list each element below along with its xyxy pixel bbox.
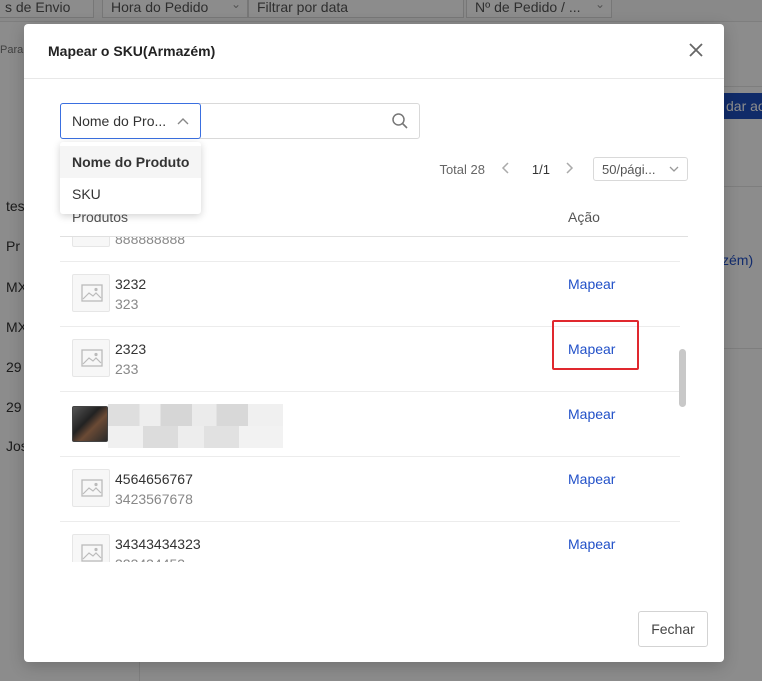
pagination: Total 28 1/1 50/pági... xyxy=(388,157,688,181)
map-button[interactable]: Mapear xyxy=(568,536,615,552)
image-placeholder-icon xyxy=(72,274,110,312)
map-button[interactable]: Mapear xyxy=(568,471,615,487)
search-field-select[interactable]: Nome do Pro... xyxy=(60,103,201,139)
product-photo xyxy=(72,406,108,442)
table-row: Mapear xyxy=(60,392,680,457)
dropdown-option-sku[interactable]: SKU xyxy=(60,178,201,210)
chevron-right-icon[interactable] xyxy=(562,160,576,176)
pagination-total: Total 28 xyxy=(439,162,485,177)
product-name: 4564656767 xyxy=(115,471,193,487)
product-table-body[interactable]: 888888888 3232 323 Mapear 2323 233 Mapea… xyxy=(60,237,680,562)
table-row: 4564656767 3423567678 Mapear xyxy=(60,457,680,522)
table-row: 3232 323 Mapear xyxy=(60,262,680,327)
image-placeholder-icon xyxy=(72,237,110,247)
table-row: 2323 233 Mapear xyxy=(60,327,680,392)
dialog-title: Mapear o SKU(Armazém) xyxy=(48,43,216,59)
chevron-up-icon xyxy=(177,118,189,125)
page-size-value: 50/pági... xyxy=(602,162,656,177)
pagination-page: 1/1 xyxy=(531,162,550,177)
search-field-dropdown: Nome do Produto SKU xyxy=(60,142,201,214)
image-placeholder-icon xyxy=(72,534,110,562)
chevron-left-icon[interactable] xyxy=(499,160,513,176)
search-field-select-value: Nome do Pro... xyxy=(72,113,167,129)
product-sku: 888888888 xyxy=(115,237,186,247)
search-icon[interactable] xyxy=(391,112,409,130)
product-sku: 323 xyxy=(115,296,139,312)
map-button[interactable]: Mapear xyxy=(568,276,615,292)
map-button[interactable]: Mapear xyxy=(568,406,615,422)
search-bar: Nome do Pro... xyxy=(60,103,420,139)
product-sku: 233 xyxy=(115,361,139,377)
dialog-header: Mapear o SKU(Armazém) xyxy=(24,24,724,79)
product-name: 2323 xyxy=(115,341,147,357)
map-button[interactable]: Mapear xyxy=(568,341,615,357)
search-input[interactable] xyxy=(203,104,383,138)
product-sku: 3423567678 xyxy=(115,491,193,507)
table-row: 34343434323 323434453 Mapear xyxy=(60,522,680,562)
map-sku-dialog: Mapear o SKU(Armazém) Nome do Pro... Nom… xyxy=(24,24,724,662)
product-name: 3232 xyxy=(115,276,147,292)
table-row: 888888888 xyxy=(60,237,680,262)
table-scrollbar[interactable] xyxy=(679,349,686,407)
chevron-down-icon xyxy=(669,166,679,172)
column-header-action: Ação xyxy=(568,209,600,225)
dropdown-option-product-name[interactable]: Nome do Produto xyxy=(60,146,201,178)
close-button[interactable]: Fechar xyxy=(638,611,708,647)
image-placeholder-icon xyxy=(72,339,110,377)
product-name: 34343434323 xyxy=(115,536,201,552)
blurred-product-info xyxy=(108,404,283,448)
page-size-select[interactable]: 50/pági... xyxy=(593,157,688,181)
image-placeholder-icon xyxy=(72,469,110,507)
product-sku: 323434453 xyxy=(115,556,185,562)
close-icon[interactable] xyxy=(686,40,706,60)
